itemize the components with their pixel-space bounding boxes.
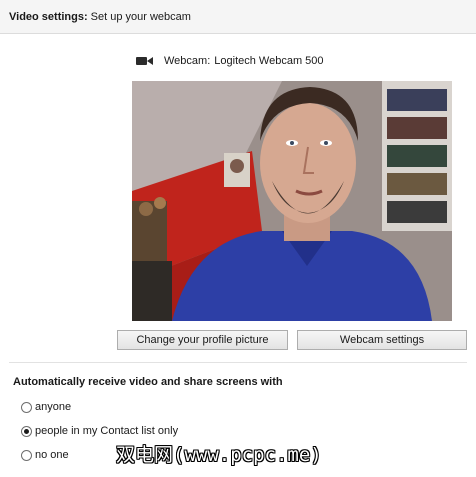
section-divider	[9, 362, 467, 363]
radio-option-anyone[interactable]: anyone	[21, 400, 71, 414]
change-profile-picture-button[interactable]: Change your profile picture	[117, 330, 288, 350]
video-settings-window: Video settings: Set up your webcam Webcam…	[0, 0, 476, 477]
sharing-section-title: Automatically receive video and share sc…	[13, 376, 283, 388]
radio-label-contacts-only: people in my Contact list only	[35, 425, 179, 437]
radio-button-no-one[interactable]	[21, 449, 32, 461]
webcam-device-name: Logitech Webcam 500	[214, 55, 324, 67]
radio-option-no-one[interactable]: no one	[21, 448, 69, 462]
radio-button-anyone[interactable]	[21, 401, 32, 413]
site-watermark: 双电网(www.pcpc.me)	[116, 444, 322, 466]
settings-header: Video settings: Set up your webcam	[0, 0, 476, 34]
video-camera-icon	[136, 57, 153, 65]
header-subtitle: Set up your webcam	[90, 11, 191, 23]
header-label: Video settings:	[9, 11, 88, 23]
webcam-preview	[132, 81, 452, 321]
webcam-label: Webcam:	[164, 55, 211, 67]
webcam-device-row: Webcam: Logitech Webcam 500	[136, 54, 324, 68]
radio-button-contacts-only[interactable]	[21, 425, 32, 437]
radio-label-no-one: no one	[35, 449, 69, 461]
radio-option-contacts-only[interactable]: people in my Contact list only	[21, 424, 178, 438]
webcam-settings-button[interactable]: Webcam settings	[297, 330, 467, 350]
radio-label-anyone: anyone	[35, 401, 72, 413]
webcam-preview-image	[132, 81, 452, 321]
